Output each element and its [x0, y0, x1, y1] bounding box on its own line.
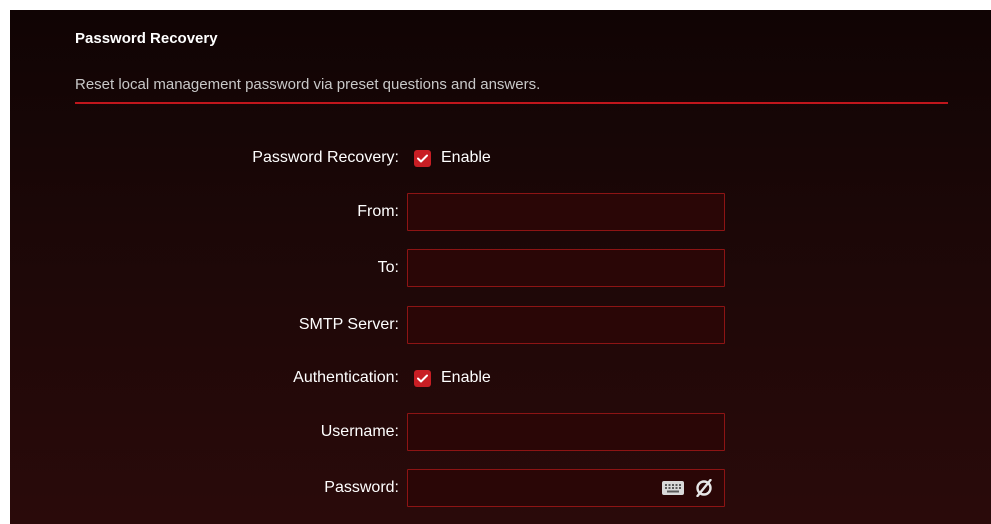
- keyboard-icon[interactable]: [662, 481, 684, 495]
- from-field: [407, 193, 725, 231]
- from-input[interactable]: [408, 194, 724, 230]
- password-row: Password:: [10, 468, 991, 508]
- username-field: [407, 413, 725, 451]
- to-label: To:: [377, 259, 399, 276]
- section-description: Reset local management password via pres…: [75, 76, 541, 93]
- section-title: Password Recovery: [75, 30, 218, 47]
- checkbox-checked-icon: [414, 149, 431, 167]
- hide-password-icon[interactable]: [694, 479, 714, 497]
- password-field: [407, 469, 725, 507]
- checkbox-checked-icon: [414, 369, 431, 387]
- password-recovery-panel: Password Recovery Reset local management…: [10, 10, 991, 524]
- smtp-server-input[interactable]: [408, 307, 724, 343]
- password-recovery-row: Password Recovery: Enable: [10, 138, 991, 178]
- username-input[interactable]: [408, 414, 724, 450]
- smtp-server-field: [407, 306, 725, 344]
- password-label: Password:: [324, 479, 399, 496]
- from-label: From:: [357, 203, 399, 220]
- to-row: To:: [10, 248, 991, 288]
- authentication-label: Authentication:: [293, 369, 399, 386]
- to-input[interactable]: [408, 250, 724, 286]
- password-field-icons: [662, 479, 714, 497]
- from-row: From:: [10, 192, 991, 232]
- authentication-row: Authentication: Enable: [10, 358, 991, 398]
- username-row: Username:: [10, 412, 991, 452]
- password-recovery-label: Password Recovery:: [252, 149, 399, 166]
- username-label: Username:: [320, 423, 399, 440]
- password-recovery-enable-checkbox[interactable]: Enable: [414, 149, 491, 167]
- authentication-enable-label: Enable: [441, 369, 491, 386]
- smtp-server-label: SMTP Server:: [298, 316, 399, 333]
- smtp-server-row: SMTP Server:: [10, 305, 991, 345]
- section-divider: [75, 102, 948, 104]
- to-field: [407, 249, 725, 287]
- password-recovery-enable-label: Enable: [441, 149, 491, 166]
- authentication-enable-checkbox[interactable]: Enable: [414, 369, 491, 387]
